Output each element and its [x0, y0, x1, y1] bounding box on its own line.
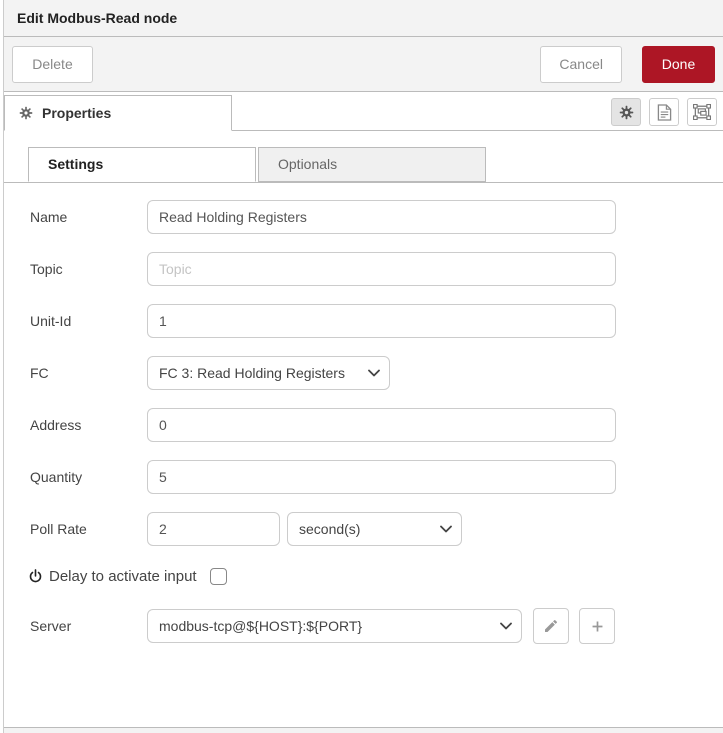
- address-input[interactable]: [147, 408, 616, 442]
- server-row: Server modbus-tcp@${HOST}:${PORT}: [30, 608, 723, 644]
- unit-id-row: Unit-Id: [30, 304, 723, 338]
- tray-footer: [4, 727, 723, 733]
- tab-properties-label: Properties: [42, 105, 112, 121]
- poll-rate-row: Poll Rate second(s): [30, 512, 723, 546]
- plus-icon: [589, 618, 606, 635]
- cancel-button[interactable]: Cancel: [540, 45, 622, 83]
- tray-toolbar: Delete Cancel Done: [4, 37, 723, 92]
- fc-select[interactable]: FC 3: Read Holding Registers: [147, 356, 390, 390]
- toolbar-right-group: Cancel Done: [540, 45, 715, 83]
- quantity-input[interactable]: [147, 460, 616, 494]
- server-label: Server: [30, 618, 72, 634]
- editor-tab-bar: Properties: [4, 92, 723, 131]
- unit-id-label: Unit-Id: [30, 313, 72, 329]
- dialog-title: Edit Modbus-Read node: [17, 10, 178, 26]
- settings-form: Name Topic Unit-Id FC FC 3: Read Holding…: [4, 183, 723, 644]
- topic-row: Topic: [30, 252, 723, 286]
- appearance-icon: [692, 103, 712, 121]
- name-row: Name: [30, 200, 723, 234]
- description-icon-button[interactable]: [649, 98, 679, 126]
- tab-settings[interactable]: Settings: [28, 147, 256, 182]
- fc-row: FC FC 3: Read Holding Registers: [30, 356, 723, 390]
- topic-label: Topic: [30, 261, 63, 277]
- topic-input[interactable]: [147, 252, 616, 286]
- properties-icon-button[interactable]: [611, 98, 641, 126]
- done-button[interactable]: Done: [642, 45, 715, 83]
- settings-tab-bar: Settings Optionals: [4, 147, 723, 183]
- address-label: Address: [30, 417, 82, 433]
- quantity-row: Quantity: [30, 460, 723, 494]
- edit-node-tray: Edit Modbus-Read node Delete Cancel Done: [3, 0, 723, 733]
- quantity-label: Quantity: [30, 469, 83, 485]
- add-server-button[interactable]: [579, 608, 615, 644]
- editor-tab-actions: [611, 98, 723, 130]
- delete-button[interactable]: Delete: [12, 45, 93, 83]
- poll-rate-input[interactable]: [147, 512, 280, 546]
- edit-server-button[interactable]: [533, 608, 569, 644]
- poll-rate-unit-select[interactable]: second(s): [287, 512, 462, 546]
- server-select[interactable]: modbus-tcp@${HOST}:${PORT}: [147, 609, 522, 643]
- poll-rate-label: Poll Rate: [30, 521, 87, 537]
- delay-checkbox[interactable]: [209, 567, 227, 585]
- document-icon: [657, 103, 672, 121]
- fc-label: FC: [30, 365, 49, 381]
- tray-header: Edit Modbus-Read node: [4, 0, 723, 37]
- name-input[interactable]: [147, 200, 616, 234]
- tab-properties[interactable]: Properties: [4, 95, 232, 131]
- power-icon: [28, 568, 43, 584]
- address-row: Address: [30, 408, 723, 442]
- delay-label: Delay to activate input: [49, 567, 197, 585]
- delay-row: Delay to activate input: [28, 564, 723, 588]
- appearance-icon-button[interactable]: [687, 98, 717, 126]
- pencil-icon: [543, 618, 559, 634]
- tab-optionals[interactable]: Optionals: [258, 147, 486, 182]
- gear-icon: [619, 105, 634, 120]
- unit-id-input[interactable]: [147, 304, 616, 338]
- gear-icon: [19, 106, 33, 120]
- name-label: Name: [30, 209, 68, 225]
